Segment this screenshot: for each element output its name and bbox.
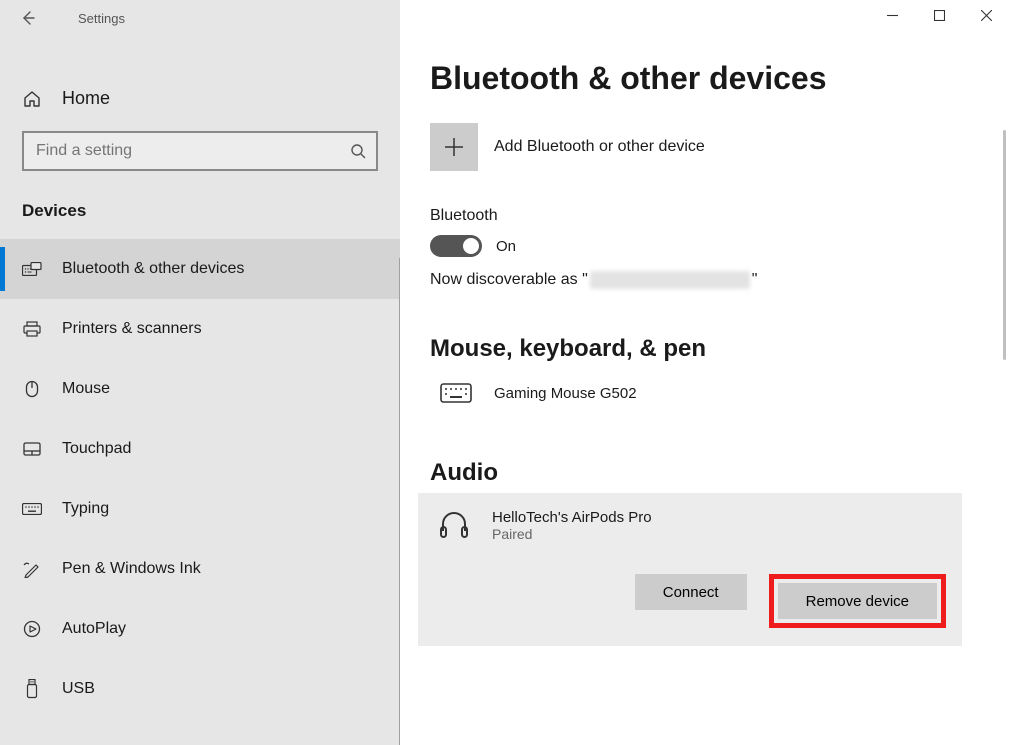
keyboard-device-icon	[436, 383, 476, 403]
discoverable-text: Now discoverable as " "	[430, 271, 980, 289]
nav-item-usb[interactable]: USB	[0, 659, 400, 719]
add-device-button[interactable]: Add Bluetooth or other device	[430, 123, 980, 171]
home-label: Home	[62, 88, 110, 109]
nav-item-touchpad[interactable]: Touchpad	[0, 419, 400, 479]
nav-item-bluetooth[interactable]: Bluetooth & other devices	[0, 239, 400, 299]
bluetooth-toggle-state: On	[496, 238, 516, 255]
nav-item-typing[interactable]: Typing	[0, 479, 400, 539]
toggle-knob	[463, 238, 479, 254]
usb-icon	[22, 679, 42, 699]
nav-label: Touchpad	[62, 440, 131, 458]
nav-label: Pen & Windows Ink	[62, 560, 201, 578]
mouse-icon	[22, 380, 42, 398]
device-status: Paired	[492, 526, 652, 542]
back-button[interactable]	[14, 4, 42, 32]
device-name: Gaming Mouse G502	[494, 385, 637, 402]
plus-tile	[430, 123, 478, 171]
bluetooth-heading: Bluetooth	[430, 207, 980, 225]
nav-list: Bluetooth & other devices Printers & sca…	[0, 239, 400, 745]
add-device-label: Add Bluetooth or other device	[494, 138, 705, 156]
plus-icon	[443, 136, 465, 158]
nav-label: Typing	[62, 500, 109, 518]
category-heading: Devices	[0, 191, 400, 239]
device-row-mouse[interactable]: Gaming Mouse G502	[430, 377, 980, 409]
home-nav[interactable]: Home	[0, 74, 400, 123]
page-title: Bluetooth & other devices	[430, 60, 980, 97]
nav-label: Mouse	[62, 380, 110, 398]
app-title: Settings	[78, 11, 125, 26]
device-card-airpods[interactable]: HelloTech's AirPods Pro Paired Connect R…	[418, 493, 962, 646]
scrollbar[interactable]	[1003, 130, 1006, 360]
mouse-section-heading: Mouse, keyboard, & pen	[430, 335, 980, 363]
nav-item-mouse[interactable]: Mouse	[0, 359, 400, 419]
nav-label: AutoPlay	[62, 620, 126, 638]
home-icon	[22, 90, 42, 108]
remove-device-button[interactable]: Remove device	[778, 583, 937, 619]
audio-section-heading: Audio	[430, 459, 962, 487]
search-input[interactable]	[22, 131, 378, 171]
remove-device-highlight: Remove device	[769, 574, 946, 628]
nav-item-autoplay[interactable]: AutoPlay	[0, 599, 400, 659]
nav-label: Bluetooth & other devices	[62, 260, 244, 278]
printer-icon	[22, 320, 42, 338]
keyboard-icon	[22, 503, 42, 515]
redacted-device-name	[590, 271, 750, 289]
nav-item-pen[interactable]: Pen & Windows Ink	[0, 539, 400, 599]
main-panel: Bluetooth & other devices Add Bluetooth …	[400, 0, 1010, 745]
nav-label: USB	[62, 680, 95, 698]
nav-item-printers[interactable]: Printers & scanners	[0, 299, 400, 359]
pen-icon	[22, 560, 42, 578]
discoverable-prefix: Now discoverable as "	[430, 271, 588, 289]
device-name: HelloTech's AirPods Pro	[492, 509, 652, 526]
bluetooth-toggle[interactable]	[430, 235, 482, 257]
sidebar: Settings Home Devices Bluetooth & other …	[0, 0, 400, 745]
keyboard-devices-icon	[22, 262, 42, 276]
back-arrow-icon	[20, 10, 36, 26]
nav-label: Printers & scanners	[62, 320, 202, 338]
autoplay-icon	[22, 620, 42, 638]
discoverable-suffix: "	[752, 271, 758, 289]
headphones-icon	[434, 509, 474, 539]
connect-button[interactable]: Connect	[635, 574, 747, 610]
touchpad-icon	[22, 442, 42, 456]
